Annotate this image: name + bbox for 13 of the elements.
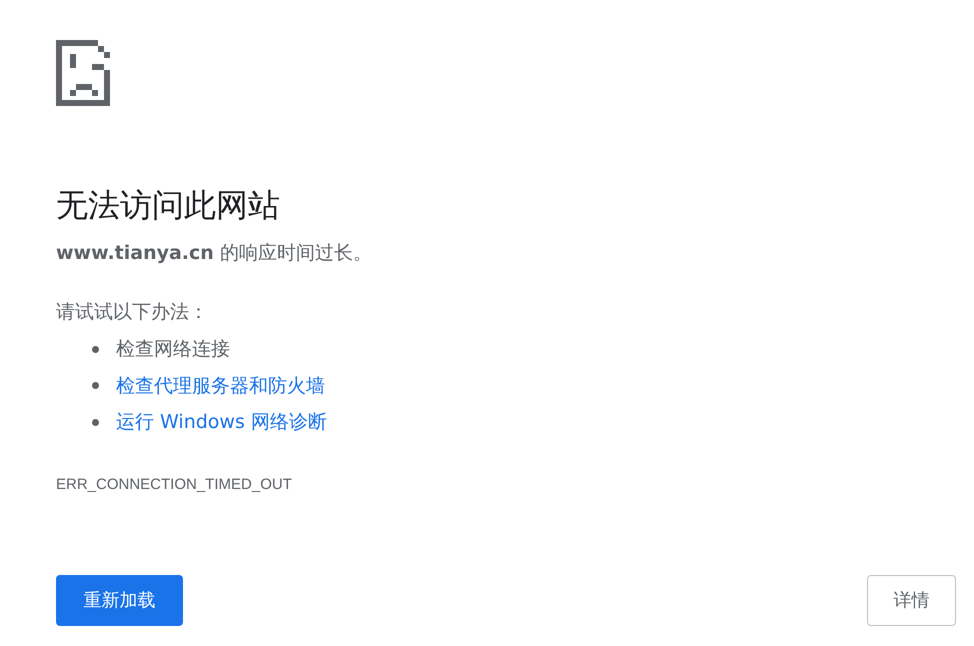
error-code: ERR_CONNECTION_TIMED_OUT [56, 476, 292, 492]
bullet-icon [92, 418, 99, 426]
suggestion-text: 检查网络连接 [116, 337, 230, 362]
bullet-icon [92, 346, 99, 353]
suggestion-link[interactable]: 检查代理服务器和防火墙 [116, 372, 325, 399]
details-button[interactable]: 详情 [867, 574, 956, 626]
suggestion-link[interactable]: 运行 Windows 网络诊断 [116, 409, 327, 436]
reload-button[interactable]: 重新加载 [56, 574, 183, 626]
sad-page-icon [56, 40, 110, 106]
error-title: 无法访问此网站 [56, 185, 280, 226]
bullet-icon [92, 382, 99, 390]
suggestions-heading: 请试试以下办法： [56, 300, 208, 325]
error-message: www.tianya.cn 的响应时间过长。 [56, 241, 372, 266]
